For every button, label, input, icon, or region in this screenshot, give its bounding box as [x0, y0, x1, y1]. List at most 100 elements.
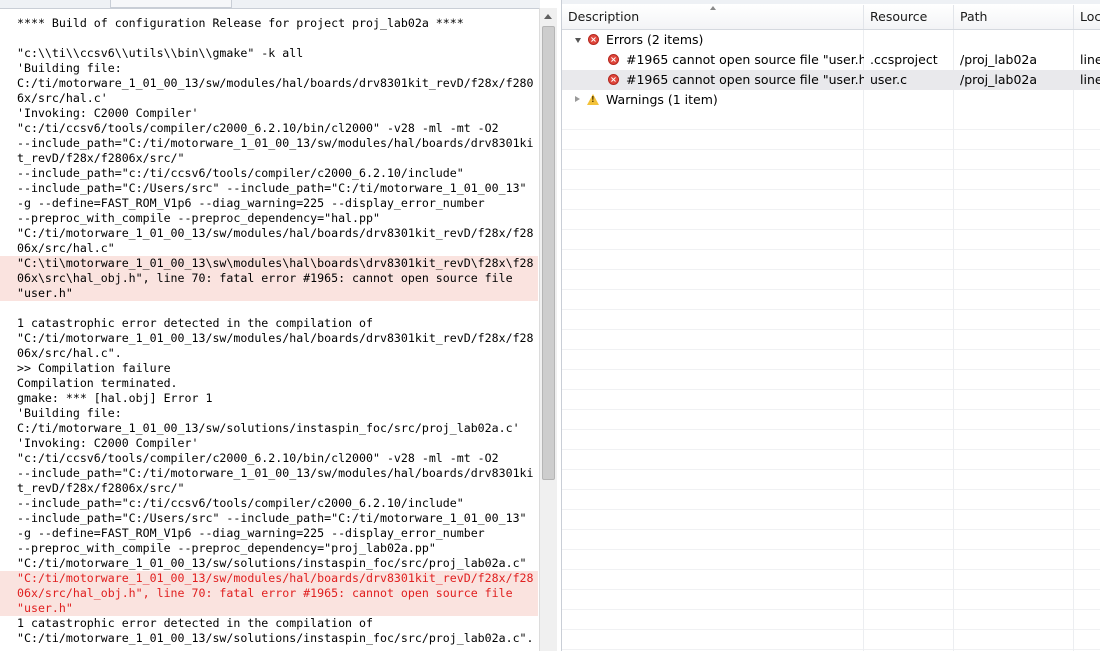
sort-ascending-icon [710, 6, 716, 10]
console-line: "c:\\ti\\ccsv6\\utils\\bin\\gmake" -k al… [17, 46, 304, 60]
console-line: "C:/ti/motorware_1_01_00_13/sw/modules/h… [17, 331, 534, 345]
console-error-line: "user.h" [0, 601, 538, 616]
console-line: 1 catastrophic error detected in the com… [17, 316, 373, 330]
column-header-resource[interactable]: Resource [864, 5, 954, 29]
console-error-line: "C:\ti\motorware_1_01_00_13\sw\modules\h… [0, 256, 538, 271]
column-divider [953, 30, 954, 651]
console-vertical-scrollbar[interactable] [539, 8, 557, 651]
row-description: #1965 cannot open source file "user.h" [626, 72, 864, 87]
empty-row [562, 230, 1100, 250]
empty-row [562, 410, 1100, 430]
console-line: -g --define=FAST_ROM_V1p6 --diag_warning… [17, 196, 485, 210]
console-line: 'Building file: [17, 61, 122, 75]
empty-row [562, 330, 1100, 350]
warning-icon: ! [587, 94, 599, 105]
empty-row [562, 530, 1100, 550]
console-error-line: "user.h" [0, 286, 538, 301]
console-line: C:/ti/motorware_1_01_00_13/sw/solutions/… [17, 421, 520, 435]
tree-group-warnings[interactable]: ! Warnings (1 item) [562, 90, 1100, 110]
empty-row [562, 210, 1100, 230]
empty-row [562, 170, 1100, 190]
console-tab-strip [0, 0, 540, 9]
console-line: --include_path="C:/ti/motorware_1_01_00_… [17, 466, 534, 480]
console-line: 6x/src/hal.c' [17, 91, 108, 105]
empty-row [562, 370, 1100, 390]
empty-row [562, 190, 1100, 210]
empty-row [562, 130, 1100, 150]
empty-row [562, 350, 1100, 370]
column-divider [1073, 30, 1074, 651]
empty-row [562, 310, 1100, 330]
console-line: 1 catastrophic error detected in the com… [17, 616, 373, 630]
console-line: --include_path="C:/ti/motorware_1_01_00_… [17, 136, 534, 150]
column-header-label: Resource [870, 9, 928, 24]
empty-row [562, 510, 1100, 530]
console-line: >> Compilation failure [17, 361, 171, 375]
column-header-label: Path [960, 9, 988, 24]
console-line: --include_path="C:/Users/src" --include_… [17, 511, 527, 525]
row-path: /proj_lab02a [960, 72, 1038, 87]
scroll-up-arrow-icon[interactable] [544, 14, 552, 19]
collapsed-twisty-icon[interactable] [575, 96, 580, 102]
empty-row [562, 470, 1100, 490]
console-error-line: 06x/src/hal_obj.h", line 70: fatal error… [0, 586, 538, 601]
console-error-line: "C:/ti/motorware_1_01_00_13/sw/modules/h… [0, 571, 538, 586]
empty-row [562, 570, 1100, 590]
scrollbar-thumb[interactable] [542, 26, 555, 480]
console-line: "c:/ti/ccsv6/tools/compiler/c2000_6.2.10… [17, 451, 499, 465]
console-line: --preproc_with_compile --preproc_depende… [17, 211, 380, 225]
empty-row [562, 550, 1100, 570]
empty-row [562, 110, 1100, 130]
problems-view: Description Resource Path Loc × Errors (… [561, 0, 1100, 651]
row-description: #1965 cannot open source file "user.h" [626, 52, 864, 67]
error-icon: × [608, 54, 619, 65]
console-line: t_revD/f28x/f2806x/src/" [17, 481, 185, 495]
console-line: "C:/ti/motorware_1_01_00_13/sw/modules/h… [17, 226, 534, 240]
column-header-path[interactable]: Path [954, 5, 1074, 29]
console-line: C:/ti/motorware_1_01_00_13/sw/modules/ha… [17, 76, 534, 90]
empty-row [562, 250, 1100, 270]
expanded-twisty-icon[interactable] [575, 38, 581, 43]
column-header-location[interactable]: Loc [1074, 5, 1100, 29]
column-header-label: Description [568, 9, 640, 24]
row-resource: .ccsproject [870, 52, 938, 67]
empty-row [562, 490, 1100, 510]
table-row[interactable]: × #1965 cannot open source file "user.h"… [562, 50, 1100, 70]
empty-table-rows [562, 110, 1100, 650]
problems-table-header: Description Resource Path Loc [562, 5, 1100, 30]
error-icon: × [588, 34, 599, 45]
console-line: --include_path="c:/ti/ccsv6/tools/compil… [17, 496, 464, 510]
console-line: 'Invoking: C2000 Compiler' [17, 106, 199, 120]
error-icon: × [608, 74, 619, 85]
table-row-selected[interactable]: × #1965 cannot open source file "user.h"… [562, 70, 1100, 90]
row-location: line [1080, 72, 1100, 87]
column-divider [863, 30, 864, 651]
console-line: 'Invoking: C2000 Compiler' [17, 436, 199, 450]
tree-group-errors[interactable]: × Errors (2 items) [562, 30, 1100, 50]
console-line: --include_path="C:/Users/src" --include_… [17, 181, 527, 195]
console-line: -g --define=FAST_ROM_V1p6 --diag_warning… [17, 526, 485, 540]
row-location: line [1080, 52, 1100, 67]
console-line: 06x/src/hal.c" [17, 241, 115, 255]
empty-row [562, 630, 1100, 650]
console-line: **** Build of configuration Release for … [17, 16, 464, 30]
console-line: 'Building file: [17, 406, 122, 420]
console-line: --preproc_with_compile --preproc_depende… [17, 541, 436, 555]
empty-row [562, 610, 1100, 630]
column-header-description[interactable]: Description [562, 5, 864, 29]
empty-row [562, 270, 1100, 290]
console-tab[interactable] [110, 0, 232, 8]
problems-tree: × Errors (2 items) × #1965 cannot open s… [562, 30, 1100, 110]
console-line: 06x/src/hal.c". [17, 346, 122, 360]
console-line: gmake: *** [hal.obj] Error 1 [17, 391, 213, 405]
console-error-line: 06x\src\hal_obj.h", line 70: fatal error… [0, 271, 538, 286]
build-console: **** Build of configuration Release for … [0, 0, 557, 651]
console-line: "c:/ti/ccsv6/tools/compiler/c2000_6.2.10… [17, 121, 499, 135]
console-line: Compilation terminated. [17, 376, 178, 390]
group-label: Warnings (1 item) [606, 92, 718, 107]
empty-row [562, 430, 1100, 450]
console-line: "C:/ti/motorware_1_01_00_13/sw/solutions… [17, 631, 534, 645]
problems-tab-strip [562, 0, 1100, 4]
